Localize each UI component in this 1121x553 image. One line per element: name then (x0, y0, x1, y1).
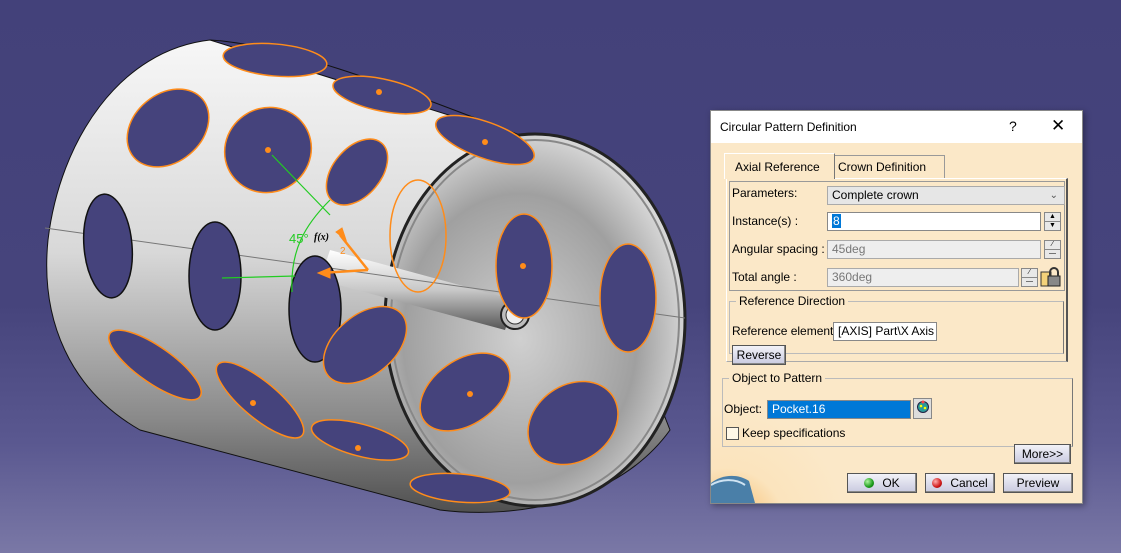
ok-label: OK (882, 476, 900, 490)
preview-button[interactable]: Preview (1003, 473, 1073, 493)
spin-down-icon[interactable]: ▼ (1045, 222, 1060, 230)
circular-pattern-dialog[interactable]: Circular Pattern Definition ? ✕ Axial Re… (710, 110, 1083, 504)
object-to-pattern-legend: Object to Pattern (732, 371, 823, 385)
instances-value: 8 (832, 214, 841, 228)
dialog-title: Circular Pattern Definition (720, 120, 857, 134)
object-input[interactable]: Pocket.16 (767, 400, 911, 419)
angular-spacing-input[interactable]: 45deg (827, 240, 1041, 259)
instances-label: Instance(s) : (732, 214, 799, 228)
object-label: Object: (724, 402, 763, 416)
dialog-body: Axial Reference Crown Definition Paramet… (711, 143, 1082, 503)
reference-element-label: Reference element: (732, 324, 837, 338)
help-button[interactable]: ? (1009, 118, 1017, 134)
angular-spacing-label: Angular spacing : (732, 242, 825, 256)
object-selector-icon[interactable] (913, 398, 932, 419)
ok-status-icon (864, 478, 875, 488)
keep-specifications-checkbox[interactable] (726, 427, 739, 440)
instances-input[interactable]: 8 (827, 212, 1041, 231)
parameters-value: Complete crown (832, 188, 919, 202)
dialog-titlebar[interactable]: Circular Pattern Definition ? ✕ (711, 111, 1082, 143)
total-angle-spinner[interactable]: ⁄ — (1021, 268, 1038, 287)
reference-direction-group: Reference Direction Reference element: [… (729, 294, 1064, 365)
spin-down-icon[interactable]: — (1022, 278, 1037, 286)
more-button[interactable]: More>> (1014, 444, 1071, 464)
axial-reference-panel: Parameters: Complete crown ⌄ Instance(s)… (726, 178, 1068, 365)
keep-specifications-label: Keep specifications (742, 426, 846, 440)
object-to-pattern-group: Object to Pattern Object: Pocket.16 Keep… (722, 371, 1073, 447)
parameters-group: Parameters: Complete crown ⌄ Instance(s)… (729, 181, 1065, 291)
cancel-label: Cancel (950, 476, 988, 490)
parameters-label: Parameters: (732, 186, 798, 200)
globe-logo-icon (711, 475, 755, 503)
direction-label: 2 (340, 246, 346, 257)
parameters-dropdown[interactable]: Complete crown ⌄ (827, 186, 1065, 205)
chevron-down-icon: ⌄ (1049, 190, 1058, 201)
ok-button[interactable]: OK (847, 473, 917, 493)
cancel-status-icon (932, 478, 943, 488)
formula-icon[interactable]: f(x) (314, 232, 329, 243)
reverse-button[interactable]: Reverse (732, 345, 786, 365)
reference-direction-legend: Reference Direction (739, 294, 846, 308)
spin-down-icon[interactable]: — (1045, 250, 1060, 258)
pattern-instance (599, 243, 657, 353)
angular-spacing-spinner[interactable]: ⁄ — (1044, 240, 1061, 259)
spin-up-icon[interactable]: ▲ (1045, 213, 1060, 222)
total-angle-input[interactable]: 360deg (827, 268, 1019, 287)
angle-label[interactable]: 45° (289, 231, 309, 246)
close-button[interactable]: ✕ (1051, 116, 1065, 136)
spin-up-icon[interactable]: ⁄ (1022, 269, 1037, 278)
reference-element-input[interactable]: [AXIS] Part\X Axis (833, 322, 937, 341)
cancel-button[interactable]: Cancel (925, 473, 995, 493)
spin-up-icon[interactable]: ⁄ (1045, 241, 1060, 250)
lock-icon[interactable] (1040, 266, 1062, 288)
instances-spinner[interactable]: ▲ ▼ (1044, 212, 1061, 231)
tab-crown-definition[interactable]: Crown Definition (827, 155, 945, 178)
hole (188, 221, 242, 331)
total-angle-label: Total angle : (732, 270, 797, 284)
tab-axial-reference[interactable]: Axial Reference (724, 153, 835, 179)
